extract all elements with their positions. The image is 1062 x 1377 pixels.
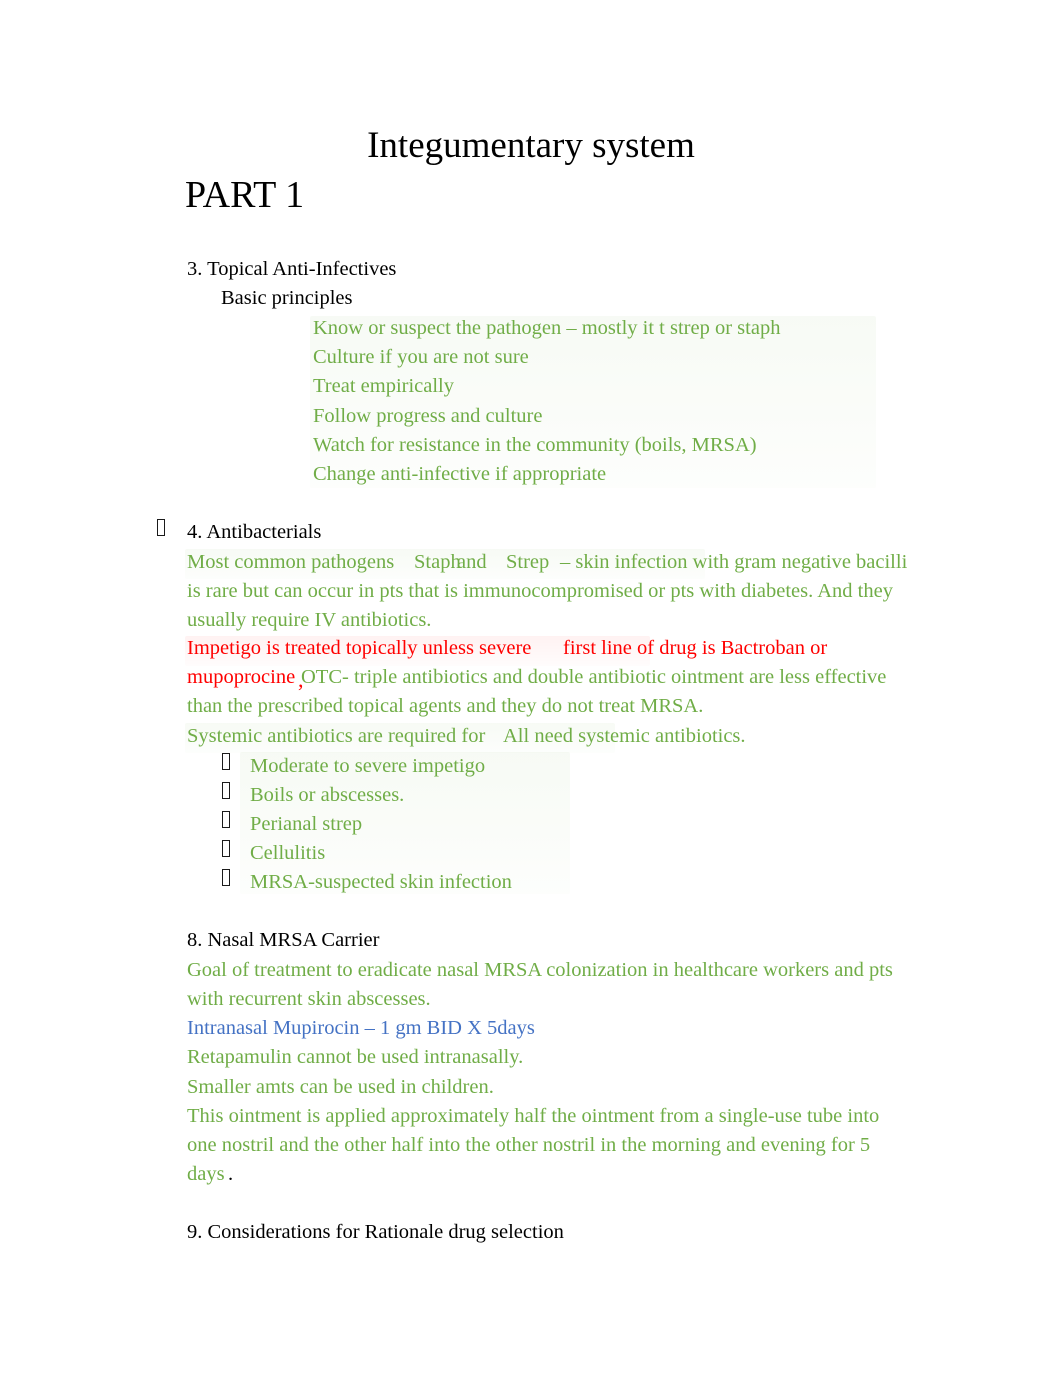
principle-item: Change anti-infective if appropriate [313,463,607,485]
heading-nasal-mrsa-carrier: 8. Nasal MRSA Carrier [187,929,380,951]
otc-antibiotics-text: OTC- triple antibiotics and double antib… [301,666,887,688]
missing-glyph-box-icon [222,753,230,773]
nasal-mrsa-note: Smaller amts can be used in children. [187,1076,494,1098]
pathogen-tail-text: – skin infection with gram negative baci… [560,551,908,573]
nasal-mrsa-application-line: This ointment is applied approximately h… [187,1105,880,1127]
antibacterials-body-line: usually require IV antibiotics. [187,609,432,631]
otc-continuation-text: than the prescribed topical agents and t… [187,695,704,717]
document-page: Integumentary system PART 1 3. Topical A… [0,0,1062,1377]
principle-item: Know or suspect the pathogen – mostly it… [313,317,781,339]
principle-item: Culture if you are not sure [313,346,529,368]
nasal-mrsa-note: Retapamulin cannot be used intranasally. [187,1046,524,1068]
principle-item: Watch for resistance in the community (b… [313,434,757,456]
mupirocin-drug-name: mupoprocine [187,666,296,688]
part-title: PART 1 [185,174,305,216]
subheading-basic-principles: Basic principles [221,287,353,309]
indication-item: Moderate to severe impetigo [250,755,486,777]
pathogen-organism-strep: Strep [506,551,550,573]
heading-antibacterials: 4. Antibacterials [187,521,322,543]
impetigo-topical-text: Impetigo is treated topically unless sev… [187,637,532,659]
nasal-mrsa-goal-line: with recurrent skin abscesses. [187,988,431,1010]
document-title: Integumentary system [367,125,695,166]
impetigo-first-line-drug-text: first line of drug is Bactroban or [563,637,828,659]
nasal-mrsa-application-line: days [187,1163,225,1185]
pathogen-conjunction: and [457,551,487,573]
principle-item: Follow progress and culture [313,405,543,427]
indication-item: MRSA-suspected skin infection [250,871,512,893]
indication-item: Boils or abscesses. [250,784,405,806]
antibacterials-body-line: is rare but can occur in pts that is imm… [187,580,893,602]
indication-item: Cellulitis [250,842,326,864]
heading-rationale-drug-selection: 9. Considerations for Rationale drug sel… [187,1221,564,1243]
missing-glyph-box-icon [157,519,165,539]
systemic-required-text: Systemic antibiotics are required for [187,725,486,747]
missing-glyph-box-icon [222,869,230,889]
systemic-all-need-text: All need systemic antibiotics. [503,725,746,747]
missing-glyph-box-icon [222,840,230,860]
nasal-mrsa-application-line: one nostril and the other half into the … [187,1134,871,1156]
nasal-mrsa-regimen: Intranasal Mupirocin – 1 gm BID X 5days [187,1017,535,1039]
missing-glyph-box-icon [222,811,230,831]
nasal-mrsa-goal-line: Goal of treatment to eradicate nasal MRS… [187,959,893,981]
heading-topical-anti-infectives: 3. Topical Anti-Infectives [187,258,397,280]
indication-item: Perianal strep [250,813,363,835]
principle-item: Treat empirically [313,375,454,397]
missing-glyph-box-icon [222,782,230,802]
pathogen-organism-staph: Staph [414,551,461,573]
nasal-mrsa-application-terminator: . [228,1163,234,1185]
pathogen-lead-text: Most common pathogens [187,551,395,573]
